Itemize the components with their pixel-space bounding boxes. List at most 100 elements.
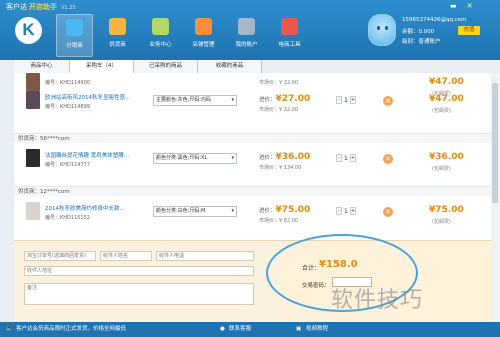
shipping-note: (包邮费) (432, 166, 451, 172)
tab-favorites[interactable]: 收藏的商品 (198, 60, 262, 73)
nav-label: 业务中心 (149, 42, 172, 48)
user-level: 级别：普通账户 (402, 39, 441, 45)
status-notice: 客户达会员商品限时正式发货，价格全网最低 (16, 326, 127, 332)
quantity-value: 1 (344, 207, 348, 215)
product-thumbnail[interactable] (26, 202, 40, 220)
item-total: ¥36.00 (429, 152, 464, 162)
status-bar: 🔈 客户达会员商品限时正式发货，价格全网最低 ● 联系客服 ▣ 视频教程 (0, 322, 500, 337)
nav-label: 店铺管理 (192, 42, 215, 48)
tab-cart[interactable]: 采购车（4） (70, 60, 134, 73)
quantity-value: 1 (344, 96, 348, 104)
market-price: 市场价：¥ 82.00 (259, 218, 299, 224)
price-value: ¥36.00 (275, 152, 311, 162)
app-title: 客户达 开店助手 V1.25 (6, 2, 76, 12)
nav-label: 我的账户 (235, 42, 258, 48)
spec-select[interactable]: 颜色分类:黑色;尺码:XL (153, 153, 237, 164)
item-total: ¥47.00 (429, 94, 464, 104)
cart-list: 供货商：56****com 供货商：12****com 淘宝订单号(选填商回发货… (14, 73, 500, 323)
receiver-phone-input[interactable]: 收件人电话 (156, 251, 254, 261)
product-title[interactable]: 2014秋冬欧美简约修身中长款… (45, 204, 125, 212)
delete-icon[interactable]: ✕ (383, 96, 393, 106)
product-thumbnail[interactable] (26, 73, 40, 91)
video-tutorial-link[interactable]: 视频教程 (306, 322, 328, 337)
nav-item[interactable]: 电商工具 (271, 14, 308, 57)
app-version: V1.25 (61, 5, 76, 11)
market-price: 市场价：¥ 32.00 (259, 80, 299, 86)
decrease-button[interactable]: - (336, 154, 342, 162)
product-code: 编号：KHD114899 (45, 104, 90, 110)
briefcase-icon (152, 18, 169, 35)
scrollbar-thumb[interactable] (492, 83, 498, 203)
increase-button[interactable]: + (349, 207, 356, 215)
product-thumbnail[interactable] (26, 149, 40, 167)
product-thumbnail[interactable] (26, 91, 40, 109)
minimize-icon[interactable]: ▬ (450, 2, 457, 10)
price-label: 进价： (259, 208, 276, 214)
order-form: 淘宝订单号(选填商回发货) 收件人姓名 收件人电话 收件人地址 备注 合计： ¥… (14, 240, 500, 323)
product-code: 编号：KHD114777 (45, 162, 90, 168)
box-icon (109, 18, 126, 35)
nav-item[interactable]: 我的账户 (228, 14, 265, 57)
market-price: 市场价：¥ 134.00 (259, 165, 302, 171)
spec-select[interactable]: 颜色分类:白色;尺码:M (153, 206, 237, 217)
delete-icon[interactable]: ✕ (383, 154, 393, 164)
window-controls: ▬ ✕ (450, 2, 473, 10)
product-title[interactable]: 法国雕丝提花情趣 宽肩美体塑腰… (45, 151, 129, 159)
tab-product-center[interactable]: 商品中心 (14, 60, 70, 73)
item-total: ¥75.00 (429, 205, 464, 215)
price-value: ¥75.00 (275, 205, 311, 215)
supplier-header: 供货商：56****com (14, 133, 500, 143)
nav-label: 分销商 (66, 43, 83, 49)
nav-label: 供货商 (109, 42, 126, 48)
recharge-button[interactable]: 充值 (458, 26, 480, 35)
tools-icon (281, 18, 298, 35)
nav-item[interactable]: 分销商 (56, 14, 93, 57)
increase-button[interactable]: + (349, 96, 356, 104)
product-code: 编号：KHD115152 (45, 215, 90, 221)
product-code: 编号：KHD114900 (45, 80, 90, 86)
market-price: 市场价：¥ 32.00 (259, 107, 299, 113)
shop-icon (66, 19, 83, 36)
quantity-stepper[interactable]: -1 + (336, 96, 356, 104)
note-input[interactable]: 备注 (24, 283, 254, 305)
decrease-button[interactable]: - (336, 96, 342, 104)
contact-service-link[interactable]: 联系客服 (229, 322, 251, 337)
account-icon (238, 18, 255, 35)
order-number-input[interactable]: 淘宝订单号(选填商回发货) (24, 251, 96, 261)
video-icon: ▣ (296, 326, 302, 332)
nav-item[interactable]: 店铺管理 (185, 14, 222, 57)
tab-bar: 商品中心 采购车（4） 已采购的商品 收藏的商品 (14, 60, 500, 73)
nav-item[interactable]: 供货商 (99, 14, 136, 57)
speaker-icon: 🔈 (6, 326, 13, 332)
price-label: 进价： (259, 155, 276, 161)
app-subtitle: 开店助手 (29, 3, 57, 11)
spec-select[interactable]: 主要颜色:灰色;尺码:均码 (153, 95, 237, 106)
nav-label: 电商工具 (278, 42, 301, 48)
delete-icon[interactable]: ✕ (383, 207, 393, 217)
top-bar: 客户达 开店助手 V1.25 ▬ ✕ K 分销商 供货商 业务中心 店铺管理 我的账户 电商工… (0, 0, 500, 60)
app-name: 客户达 (6, 3, 27, 11)
nav-item[interactable]: 业务中心 (142, 14, 179, 57)
supplier-header: 供货商：12****com (14, 186, 500, 196)
avatar[interactable] (368, 14, 396, 46)
store-icon (195, 18, 212, 35)
increase-button[interactable]: + (349, 154, 356, 162)
price-label: 进价： (259, 97, 276, 103)
product-title[interactable]: 欧洲站高街风2014秋冬显瘦性感… (45, 93, 131, 101)
receiver-name-input[interactable]: 收件人姓名 (100, 251, 152, 261)
price-value: ¥27.00 (275, 94, 311, 104)
purchase-price: 进价：¥36.00 (259, 152, 310, 162)
purchase-price: 进价：¥75.00 (259, 205, 310, 215)
user-balance: 余额：0.000 (402, 29, 435, 35)
decrease-button[interactable]: - (336, 207, 342, 215)
close-icon[interactable]: ✕ (467, 2, 473, 10)
purchase-price: 进价：¥27.00 (259, 94, 310, 104)
shipping-note: (包邮费) (432, 108, 451, 114)
shipping-note: (包邮费) (432, 219, 451, 225)
quantity-stepper[interactable]: -1 + (336, 207, 356, 215)
quantity-stepper[interactable]: -1 + (336, 154, 356, 162)
scrollbar[interactable] (491, 73, 500, 322)
tab-purchased[interactable]: 已采购的商品 (134, 60, 198, 73)
receiver-address-input[interactable]: 收件人地址 (24, 266, 254, 276)
user-account: 15965374426@qq.com (402, 17, 467, 23)
